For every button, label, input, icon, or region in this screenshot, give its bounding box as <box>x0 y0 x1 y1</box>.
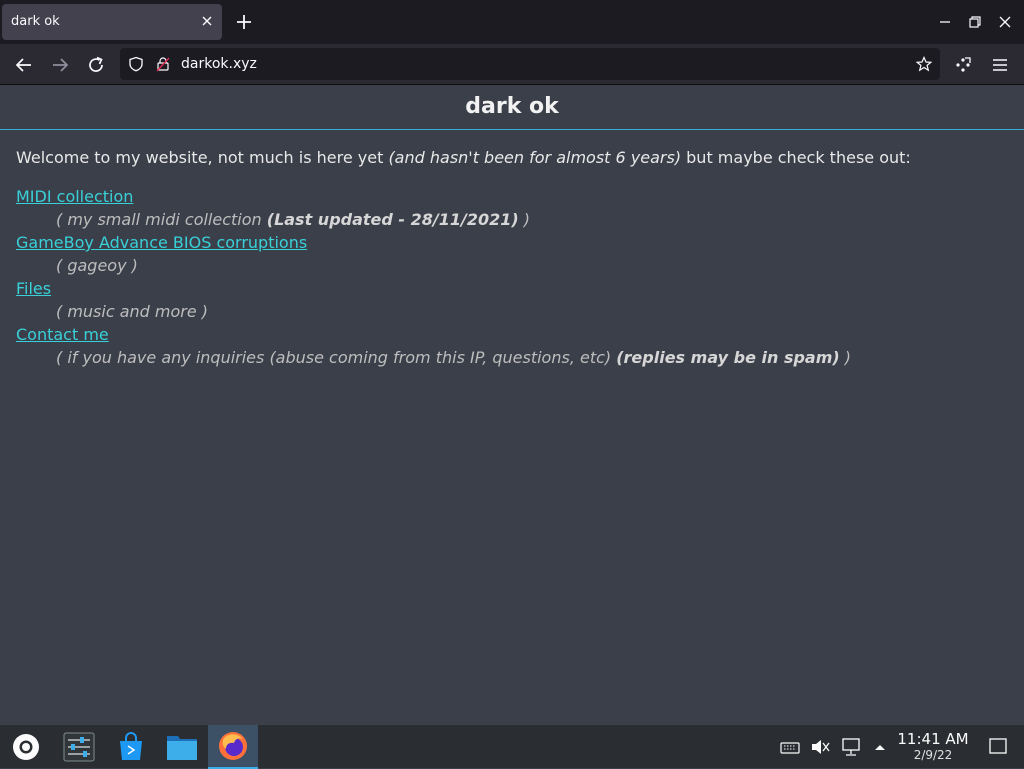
menu-hamburger-icon[interactable] <box>988 53 1012 77</box>
taskbar-discover[interactable] <box>104 725 154 769</box>
taskbar-firefox[interactable] <box>208 725 258 769</box>
taskbar: 11:41 AM 2/9/22 <box>0 724 1024 769</box>
taskbar-file-manager[interactable] <box>156 725 206 769</box>
tab-bar: dark ok <box>0 0 1024 44</box>
desc-text: ( if you have any inquiries (abuse comin… <box>56 348 617 367</box>
application-launcher-button[interactable] <box>0 725 50 769</box>
back-icon[interactable] <box>12 53 36 77</box>
system-settings-icon <box>63 732 95 762</box>
insecure-lock-icon[interactable] <box>155 56 171 72</box>
link-description: ( my small midi collection (Last updated… <box>56 209 851 231</box>
digital-clock[interactable]: 11:41 AM 2/9/22 <box>892 730 974 763</box>
restore-icon[interactable] <box>967 14 983 30</box>
network-wired-icon[interactable] <box>841 738 861 756</box>
link-description: ( gageoy ) <box>56 255 851 277</box>
intro-plain: Welcome to my website, not much is here … <box>16 148 389 167</box>
volume-muted-icon[interactable] <box>810 738 830 756</box>
keyboard-layout-icon[interactable] <box>780 738 800 756</box>
intro-italic: (and hasn't been for almost 6 years) <box>388 148 682 167</box>
link-description: ( music and more ) <box>56 301 851 323</box>
web-page: dark ok Welcome to my website, not much … <box>0 86 1024 724</box>
desc-bold: (replies may be in spam) <box>616 348 840 367</box>
url-text: darkok.xyz <box>181 56 257 72</box>
discover-store-icon <box>120 732 142 760</box>
tab-title: dark ok <box>11 14 60 29</box>
clock-date: 2/9/22 <box>913 748 953 762</box>
extensions-icon[interactable] <box>951 53 975 77</box>
minimize-icon[interactable] <box>937 14 953 30</box>
intro-text: Welcome to my website, not much is here … <box>16 148 911 167</box>
new-tab-icon[interactable] <box>234 12 254 32</box>
page-header: dark ok <box>0 86 1024 130</box>
clock-time: 11:41 AM <box>897 730 969 748</box>
list-item: MIDI collection ( my small midi collecti… <box>16 186 851 232</box>
bookmark-star-icon[interactable] <box>916 56 932 72</box>
intro-end: but maybe check these out: <box>681 148 911 167</box>
link-files[interactable]: Files <box>16 278 851 301</box>
link-contact-me[interactable]: Contact me <box>16 324 851 347</box>
link-midi-collection[interactable]: MIDI collection <box>16 186 851 209</box>
list-item: GameBoy Advance BIOS corruptions ( gageo… <box>16 232 851 278</box>
desc-text: ( gageoy ) <box>56 256 138 275</box>
file-manager-icon <box>167 736 197 760</box>
reload-icon[interactable] <box>84 53 108 77</box>
firefox-icon <box>219 732 247 760</box>
desc-bold: (Last updated - 28/11/2021) <box>266 210 519 229</box>
link-gba-bios-corruptions[interactable]: GameBoy Advance BIOS corruptions <box>16 232 851 255</box>
desc-text: ) <box>518 210 531 229</box>
taskbar-system-settings[interactable] <box>52 725 102 769</box>
desc-text: ( my small midi collection <box>56 210 267 229</box>
address-bar[interactable]: darkok.xyz <box>120 48 940 80</box>
close-window-icon[interactable] <box>997 14 1013 30</box>
system-tray-expand-icon[interactable] <box>870 738 890 756</box>
forward-icon[interactable] <box>48 53 72 77</box>
navigation-toolbar: darkok.xyz <box>0 44 1024 85</box>
list-item: Contact me ( if you have any inquiries (… <box>16 324 851 370</box>
browser-tab[interactable]: dark ok <box>2 4 222 40</box>
link-list: MIDI collection ( my small midi collecti… <box>16 186 851 370</box>
tracking-protection-shield-icon[interactable] <box>128 56 144 72</box>
close-tab-icon[interactable] <box>200 14 214 28</box>
desc-text: ) <box>839 348 852 367</box>
desc-text: ( music and more ) <box>56 302 209 321</box>
link-description: ( if you have any inquiries (abuse comin… <box>56 347 851 369</box>
page-title: dark ok <box>465 94 559 119</box>
application-launcher-icon <box>13 734 39 760</box>
list-item: Files ( music and more ) <box>16 278 851 324</box>
show-desktop-icon[interactable] <box>988 737 1008 755</box>
